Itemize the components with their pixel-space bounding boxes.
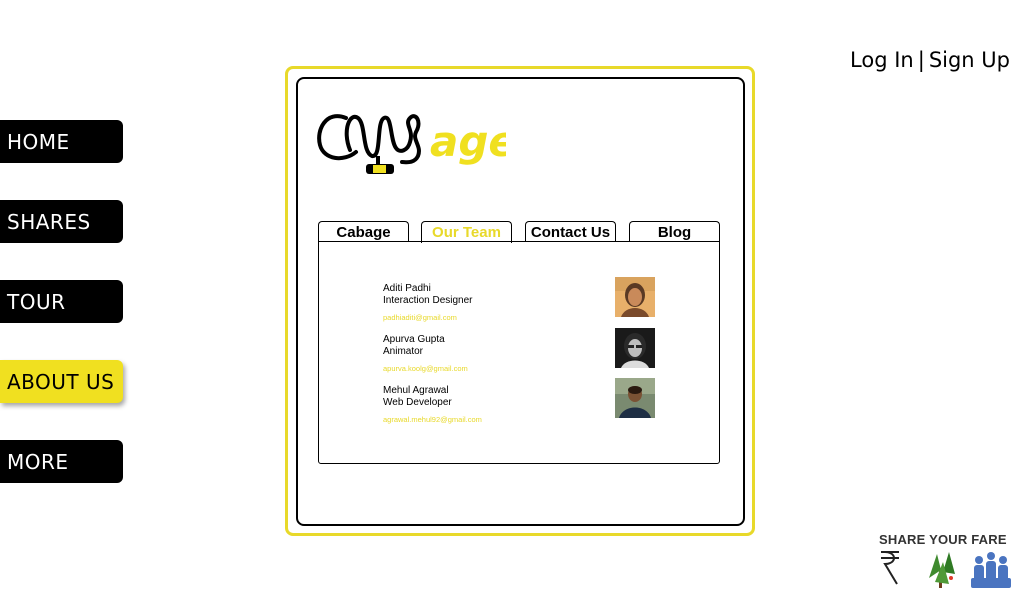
rupee-icon bbox=[881, 551, 899, 585]
team-member: Apurva Gupta Animator apurva.koolg@gmail… bbox=[383, 334, 468, 373]
member-name: Mehul Agrawal bbox=[383, 385, 449, 396]
nav-more-button[interactable]: MORE bbox=[0, 440, 123, 483]
team-member: Mehul Agrawal Web Developer agrawal.mehu… bbox=[383, 385, 482, 424]
nav-about-us-button[interactable]: ABOUT US bbox=[0, 360, 123, 403]
tab-cabage[interactable]: Cabage bbox=[318, 221, 409, 242]
member-photo-avatar bbox=[615, 328, 655, 368]
fare-icons bbox=[881, 551, 1011, 588]
login-link[interactable]: Log In bbox=[850, 48, 914, 72]
member-photo-avatar bbox=[615, 378, 655, 418]
member-name: Apurva Gupta bbox=[383, 334, 445, 345]
share-your-fare-badge: SHARE YOUR FARE bbox=[879, 532, 1014, 592]
member-role: Web Developer bbox=[383, 397, 452, 408]
member-photo-avatar bbox=[615, 277, 655, 317]
member-email-link[interactable]: padhiaditi@gmail.com bbox=[383, 313, 473, 322]
team-member: Aditi Padhi Interaction Designer padhiad… bbox=[383, 283, 473, 322]
tab-blog[interactable]: Blog bbox=[629, 221, 720, 242]
team-content-box bbox=[318, 241, 720, 464]
cabage-logo: age bbox=[317, 114, 506, 174]
member-role: Animator bbox=[383, 346, 424, 357]
member-name: Aditi Padhi bbox=[383, 283, 431, 294]
nav-tour-button[interactable]: TOUR bbox=[0, 280, 123, 323]
tab-our-team[interactable]: Our Team bbox=[421, 221, 512, 243]
logo-suffix-text: age bbox=[430, 117, 506, 166]
share-your-fare-title: SHARE YOUR FARE bbox=[879, 532, 1007, 547]
people-icon bbox=[971, 552, 1011, 588]
auth-links: Log In | Sign Up bbox=[850, 48, 1010, 72]
nav-home-button[interactable]: HOME bbox=[0, 120, 123, 163]
tab-contact-us[interactable]: Contact Us bbox=[525, 221, 616, 242]
signup-link[interactable]: Sign Up bbox=[929, 48, 1010, 72]
nav-shares-button[interactable]: SHARES bbox=[0, 200, 123, 243]
auth-separator: | bbox=[917, 48, 925, 72]
member-email-link[interactable]: agrawal.mehul92@gmail.com bbox=[383, 415, 482, 424]
member-email-link[interactable]: apurva.koolg@gmail.com bbox=[383, 364, 468, 373]
tree-icon bbox=[929, 552, 955, 588]
member-role: Interaction Designer bbox=[383, 295, 473, 306]
